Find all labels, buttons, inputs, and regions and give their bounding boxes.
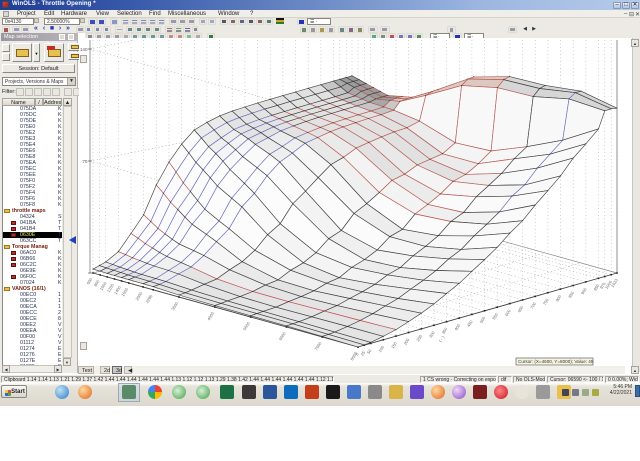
- svg-text:3000: 3000: [170, 300, 179, 311]
- svg-text:450: 450: [466, 319, 474, 328]
- svg-text:350: 350: [441, 326, 449, 335]
- svg-text:Cursor: (X=4600, Y=8000); Valu: Cursor: (X=4600, Y=8000); Value: 45: [518, 359, 594, 364]
- svg-text:250: 250: [415, 333, 423, 342]
- svg-text:600: 600: [504, 308, 512, 317]
- svg-text:2000: 2000: [134, 290, 143, 301]
- svg-text:650: 650: [517, 304, 525, 313]
- svg-text:700: 700: [529, 301, 537, 310]
- svg-text:900: 900: [580, 286, 588, 295]
- svg-text:200: 200: [403, 337, 411, 346]
- svg-text:550: 550: [491, 311, 499, 320]
- svg-text:100: 100: [377, 344, 385, 353]
- svg-text:7000: 7000: [313, 340, 322, 351]
- svg-text:150: 150: [390, 340, 398, 349]
- svg-text:500: 500: [479, 315, 487, 324]
- svg-text:50: 50: [366, 348, 373, 355]
- svg-text:2280: 2280: [144, 293, 153, 304]
- svg-text:300: 300: [428, 330, 436, 339]
- svg-text:140: 140: [80, 47, 88, 52]
- svg-text:70: 70: [82, 159, 88, 164]
- svg-text:6000: 6000: [278, 330, 287, 341]
- svg-text:5000: 5000: [242, 320, 251, 331]
- svg-text:850: 850: [567, 290, 575, 299]
- svg-text:400: 400: [453, 322, 461, 331]
- svg-text:4000: 4000: [206, 310, 215, 321]
- svg-text:800: 800: [554, 293, 562, 302]
- svg-text:750: 750: [542, 297, 550, 306]
- svg-text:1023: 1023: [610, 277, 619, 288]
